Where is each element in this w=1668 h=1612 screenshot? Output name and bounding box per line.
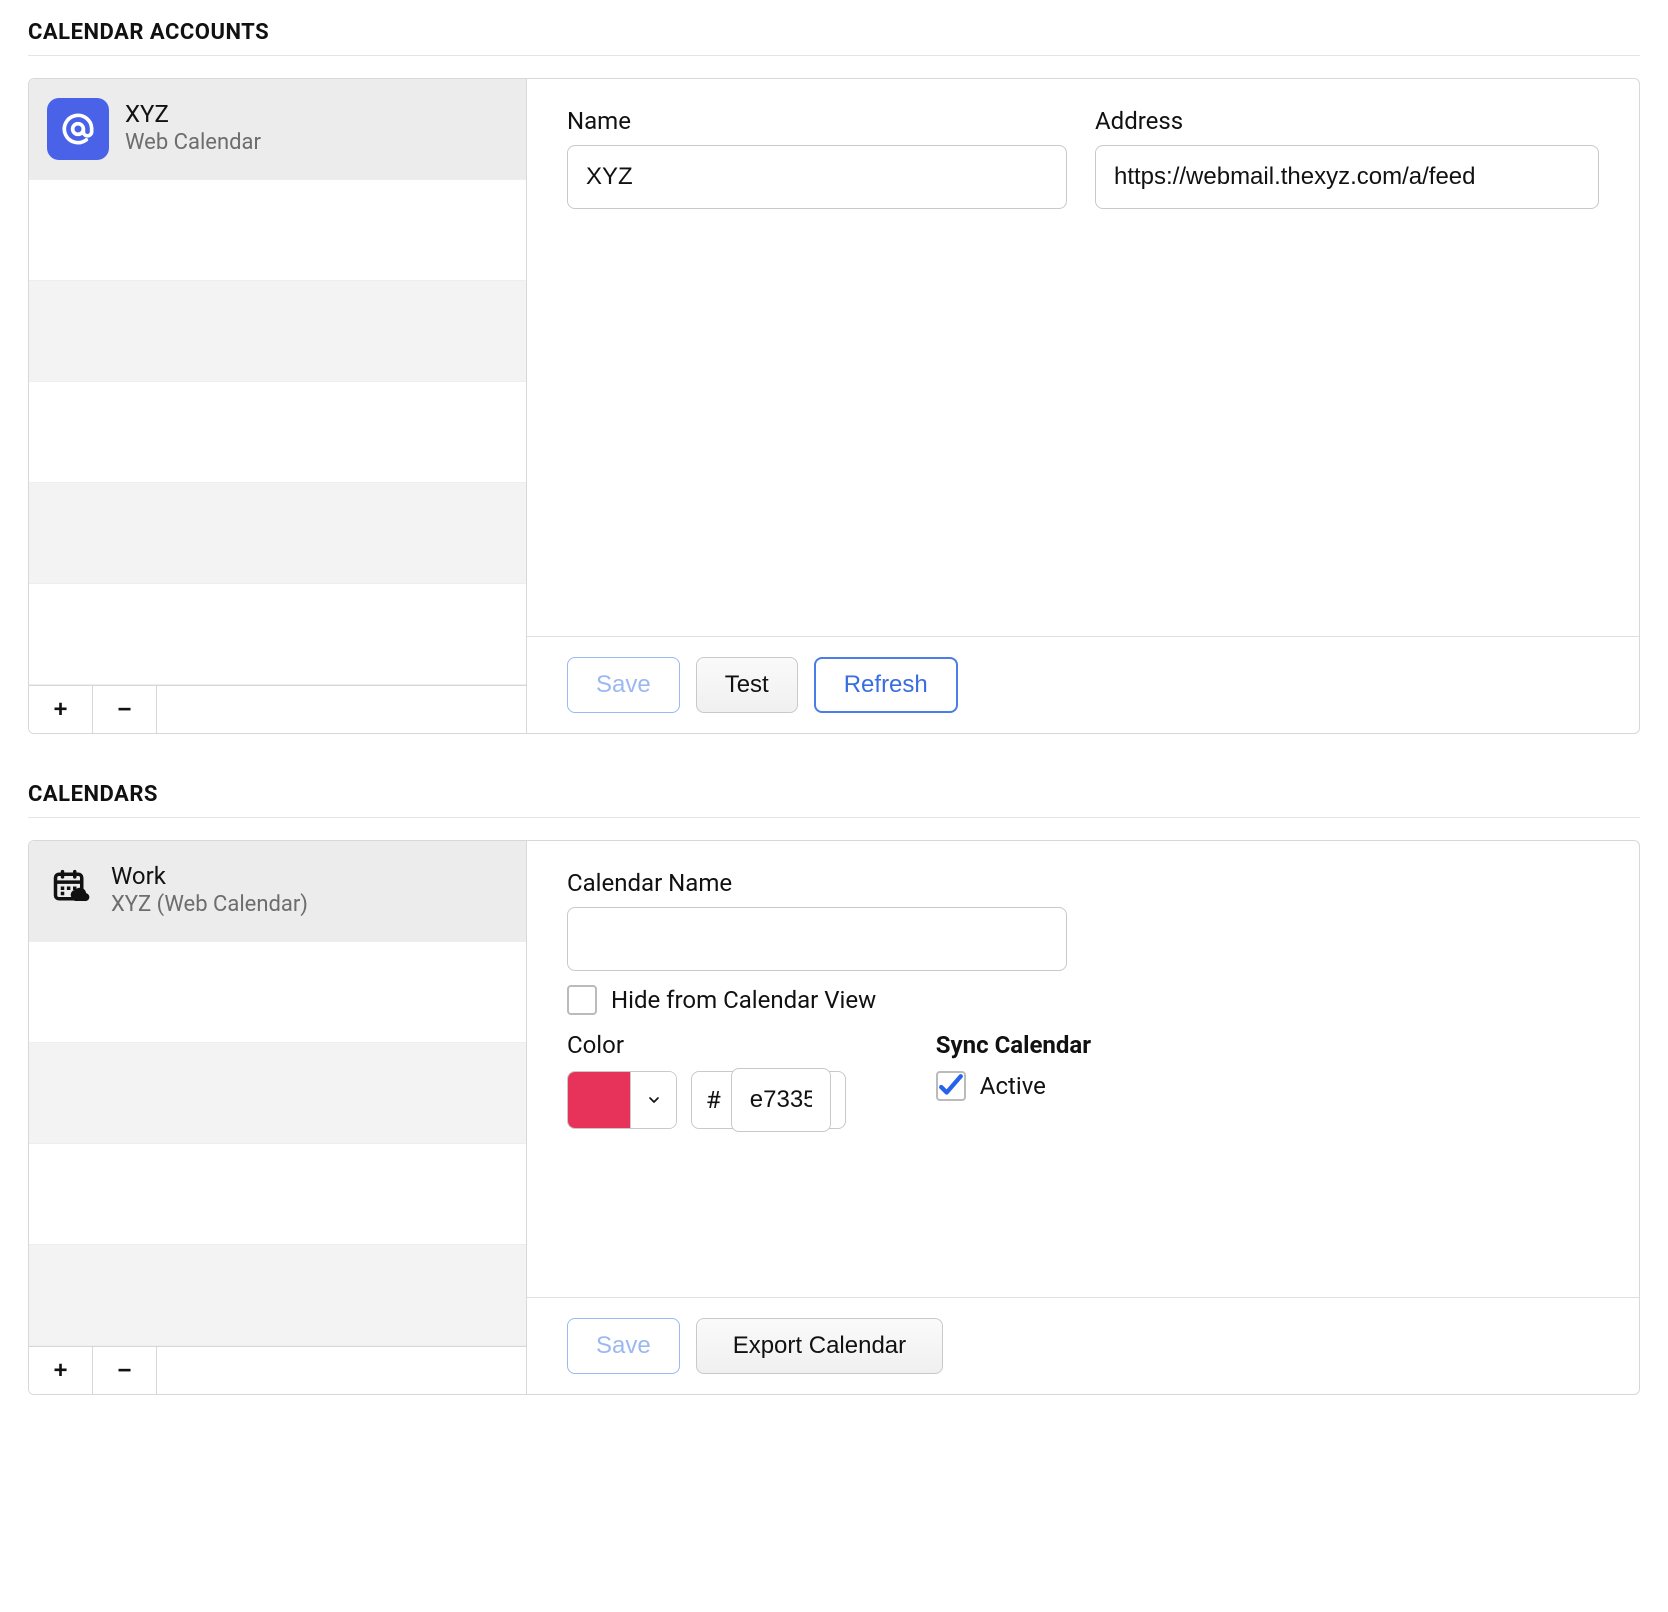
refresh-button[interactable]: Refresh	[814, 657, 958, 713]
account-name: XYZ	[125, 100, 261, 129]
divider	[28, 817, 1640, 818]
address-label: Address	[1095, 107, 1599, 135]
at-sign-icon	[47, 98, 109, 160]
add-account-button[interactable]: +	[29, 686, 93, 733]
calendar-subtitle: XYZ (Web Calendar)	[111, 891, 308, 920]
list-item[interactable]	[29, 382, 526, 483]
hide-from-view-checkbox[interactable]	[567, 985, 597, 1015]
remove-calendar-button[interactable]: −	[93, 1347, 157, 1394]
list-item[interactable]	[29, 180, 526, 281]
hide-label: Hide from Calendar View	[611, 986, 876, 1014]
chevron-down-icon	[630, 1072, 676, 1128]
calendars-list-footer: + −	[29, 1346, 526, 1394]
list-item[interactable]	[29, 1144, 526, 1245]
accounts-sidebar: XYZ Web Calendar + −	[29, 79, 527, 733]
color-swatch	[568, 1072, 630, 1128]
list-item[interactable]	[29, 281, 526, 382]
color-swatch-picker[interactable]	[567, 1071, 677, 1129]
divider	[28, 55, 1640, 56]
account-detail: Name Address Save Test Refresh	[527, 79, 1639, 733]
account-name-input[interactable]	[567, 145, 1067, 209]
calendars-panel: Work XYZ (Web Calendar) + − Calendar Nam…	[28, 840, 1640, 1395]
calendar-actions: Save Export Calendar	[527, 1297, 1639, 1394]
calendars-list: Work XYZ (Web Calendar)	[29, 841, 526, 1346]
color-hex-input[interactable]	[731, 1068, 831, 1132]
list-item[interactable]	[29, 942, 526, 1043]
accounts-list-footer: + −	[29, 685, 526, 733]
calendar-list-item[interactable]: Work XYZ (Web Calendar)	[29, 841, 526, 942]
list-item[interactable]	[29, 584, 526, 685]
footer-spacer	[157, 686, 526, 733]
color-label: Color	[567, 1031, 846, 1059]
calendar-detail: Calendar Name Hide from Calendar View Co…	[527, 841, 1639, 1394]
name-label: Name	[567, 107, 1067, 135]
remove-account-button[interactable]: −	[93, 686, 157, 733]
test-button[interactable]: Test	[696, 657, 798, 713]
accounts-panel: XYZ Web Calendar + − Name	[28, 78, 1640, 734]
section-title-calendars: CALENDARS	[28, 782, 1640, 807]
calendar-name-input[interactable]	[567, 907, 1067, 971]
active-label: Active	[980, 1072, 1046, 1100]
save-button[interactable]: Save	[567, 657, 680, 713]
account-address-input[interactable]	[1095, 145, 1599, 209]
hash-label: #	[706, 1086, 721, 1114]
calendar-cloud-icon	[51, 869, 95, 913]
add-calendar-button[interactable]: +	[29, 1347, 93, 1394]
footer-spacer	[157, 1347, 526, 1394]
color-hex-field[interactable]: #	[691, 1071, 846, 1129]
calendars-sidebar: Work XYZ (Web Calendar) + −	[29, 841, 527, 1394]
account-subtitle: Web Calendar	[125, 129, 261, 158]
calendar-name-label: Calendar Name	[567, 869, 1067, 897]
save-button[interactable]: Save	[567, 1318, 680, 1374]
accounts-list: XYZ Web Calendar	[29, 79, 526, 685]
export-calendar-button[interactable]: Export Calendar	[696, 1318, 943, 1374]
account-list-item[interactable]: XYZ Web Calendar	[29, 79, 526, 180]
section-title-accounts: CALENDAR ACCOUNTS	[28, 20, 1640, 45]
list-item[interactable]	[29, 1245, 526, 1346]
list-item[interactable]	[29, 483, 526, 584]
list-item[interactable]	[29, 1043, 526, 1144]
calendar-name: Work	[111, 862, 308, 891]
sync-label: Sync Calendar	[936, 1031, 1091, 1059]
active-checkbox[interactable]	[936, 1071, 966, 1101]
account-actions: Save Test Refresh	[527, 636, 1639, 733]
